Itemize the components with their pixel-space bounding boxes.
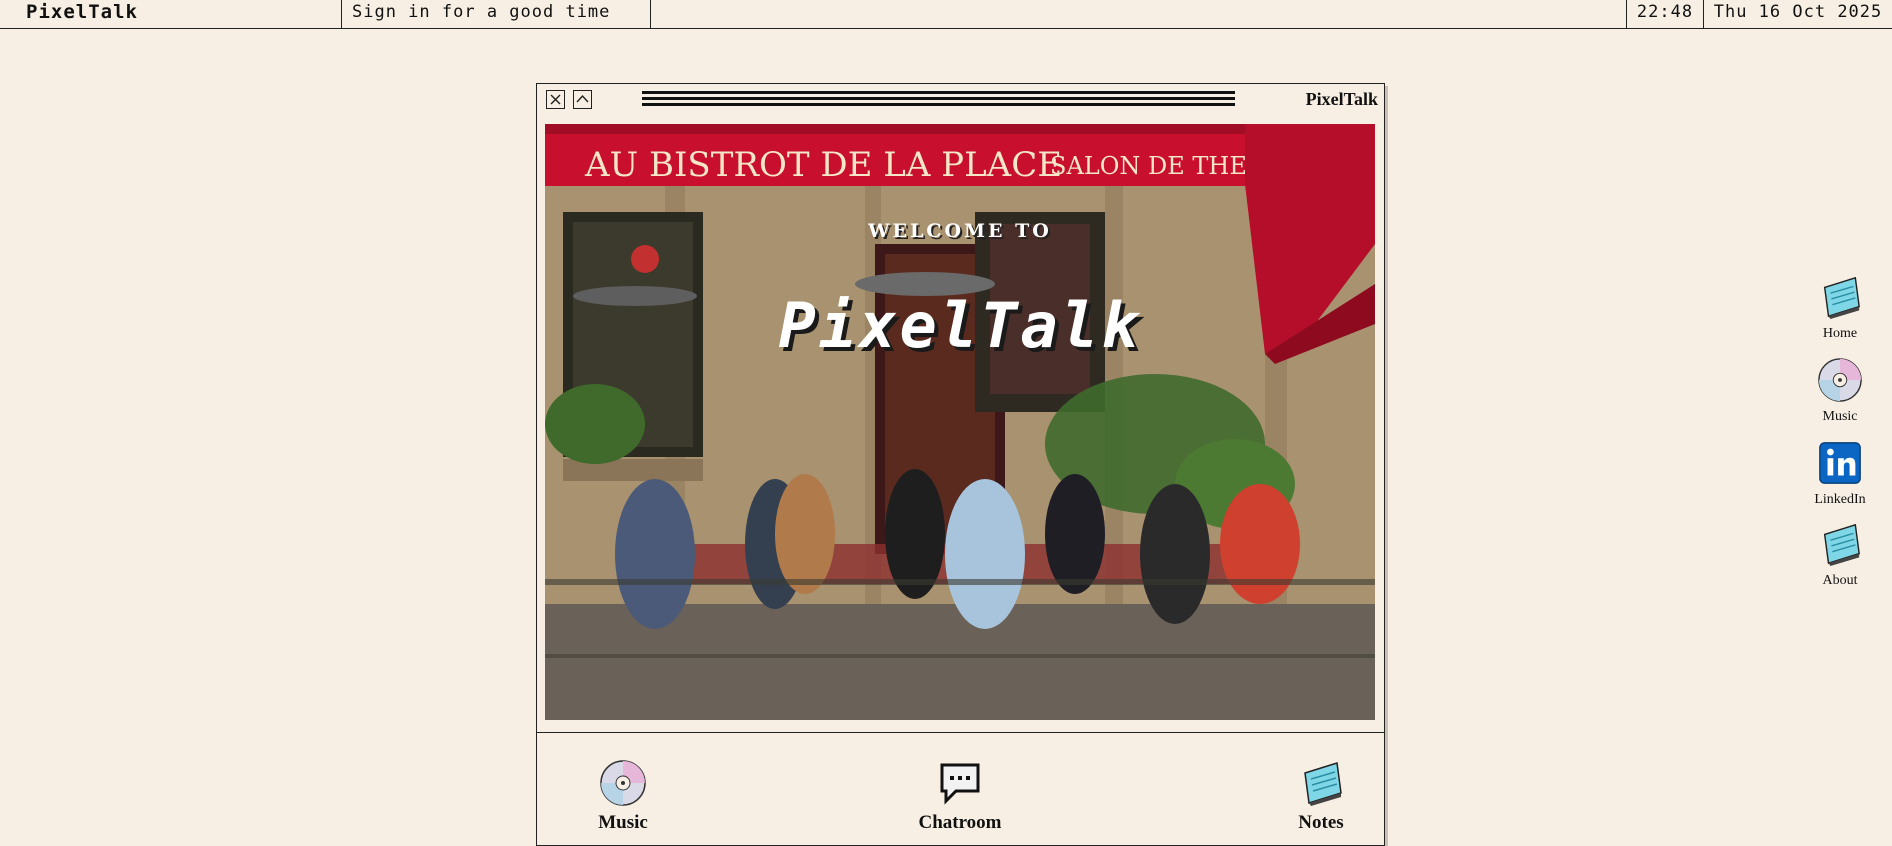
main-window: PixelTalk AU BISTROT DE LA PLACE SALON D…	[536, 83, 1385, 846]
hero-welcome-text: WELCOME TO	[868, 220, 1052, 242]
brand-name[interactable]: PixelTalk	[26, 0, 138, 28]
top-menu-bar: PixelTalk Sign in for a good time 22:48 …	[0, 0, 1892, 29]
window-title: PixelTalk	[1305, 89, 1378, 109]
notepad-icon	[1304, 762, 1342, 806]
speech-bubble-icon	[940, 763, 980, 805]
close-window-button[interactable]	[546, 90, 565, 109]
maximize-window-button[interactable]	[573, 90, 592, 109]
dock-chatroom-label: Chatroom	[918, 812, 1002, 833]
awning-sign-text: AU BISTROT DE LA PLACE	[584, 145, 1062, 185]
hero-image: AU BISTROT DE LA PLACE SALON DE THE WELC…	[545, 124, 1375, 720]
dock-music-label: Music	[598, 812, 648, 833]
chevron-up-icon	[576, 94, 589, 103]
notepad-icon	[1823, 276, 1860, 320]
desktop-about-label: About	[1822, 573, 1858, 588]
desktop-home-icon[interactable]: Home	[1795, 274, 1885, 342]
dock-music-button[interactable]: Music	[571, 759, 675, 834]
notepad-icon	[1823, 523, 1860, 567]
bistro-photo: AU BISTROT DE LA PLACE SALON DE THE	[545, 124, 1375, 720]
awning-sign-text-2: SALON DE THE	[1050, 152, 1247, 180]
desktop-linkedin-icon[interactable]: LinkedIn	[1795, 440, 1885, 508]
desktop-music-icon[interactable]: Music	[1795, 357, 1885, 425]
desktop-linkedin-label: LinkedIn	[1814, 492, 1866, 507]
window-divider	[537, 732, 1384, 733]
desktop-about-icon[interactable]: About	[1795, 521, 1885, 589]
cd-icon	[1818, 358, 1862, 402]
sign-in-link[interactable]: Sign in for a good time	[341, 0, 651, 28]
hero-title: PixelTalk	[778, 289, 1142, 362]
close-icon	[550, 94, 561, 105]
dock-chatroom-button[interactable]: Chatroom	[897, 759, 1023, 834]
linkedin-icon	[1819, 442, 1861, 484]
desktop-music-label: Music	[1822, 409, 1858, 424]
title-bar-drag-handle[interactable]	[642, 91, 1235, 108]
dock-notes-button[interactable]: Notes	[1269, 759, 1373, 834]
desktop-home-label: Home	[1822, 326, 1858, 341]
cd-icon	[600, 760, 646, 806]
clock-date: Thu 16 Oct 2025	[1703, 0, 1892, 28]
clock-time: 22:48	[1626, 0, 1703, 28]
dock-notes-label: Notes	[1298, 812, 1344, 833]
